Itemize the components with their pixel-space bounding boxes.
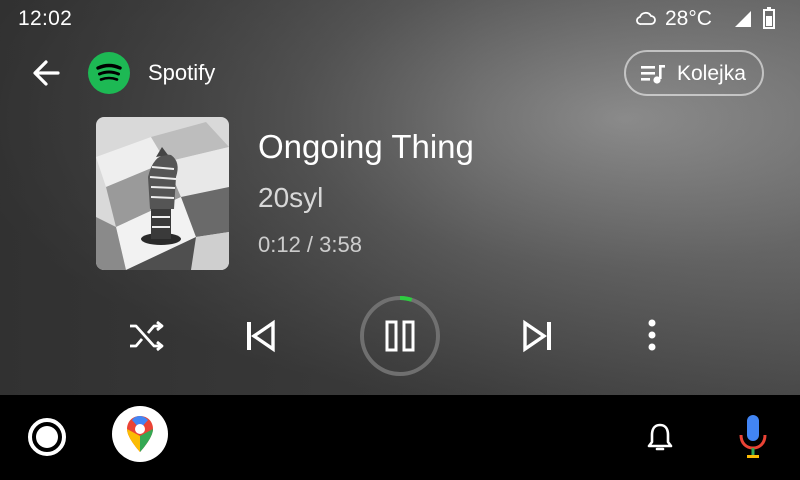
album-art [96, 117, 229, 270]
progress-arc [399, 296, 413, 302]
pause-icon [385, 320, 415, 352]
more-options-button[interactable] [632, 316, 672, 356]
google-maps-button[interactable] [112, 406, 168, 462]
shuffle-button[interactable] [126, 316, 166, 356]
queue-music-icon [641, 65, 665, 84]
track-title: Ongoing Thing [258, 128, 474, 165]
spotify-logo [88, 52, 130, 94]
microphone-button[interactable] [736, 413, 770, 461]
back-button[interactable] [28, 54, 66, 92]
battery-icon [763, 7, 775, 29]
next-button[interactable] [518, 316, 558, 356]
previous-button[interactable] [240, 316, 280, 356]
home-button[interactable] [26, 416, 68, 458]
track-time: 0:12 / 3:58 [258, 232, 362, 257]
app-name: Spotify [148, 60, 216, 85]
temperature: 28°C [665, 7, 712, 30]
nav-bar [0, 395, 800, 480]
queue-button[interactable]: Kolejka [624, 50, 764, 96]
media-screen: 12:02 28°C Spotify Kolejka Ongoing Thing… [0, 0, 800, 395]
google-maps-icon [127, 416, 153, 452]
clock: 12:02 [18, 7, 73, 30]
cloud-icon [636, 11, 656, 25]
pause-button[interactable] [358, 290, 442, 382]
cell-signal-icon [735, 11, 751, 27]
notifications-button[interactable] [644, 421, 676, 453]
status-bar: 12:02 28°C [0, 0, 800, 38]
track-artist: 20syl [258, 182, 324, 213]
queue-label: Kolejka [677, 62, 746, 85]
